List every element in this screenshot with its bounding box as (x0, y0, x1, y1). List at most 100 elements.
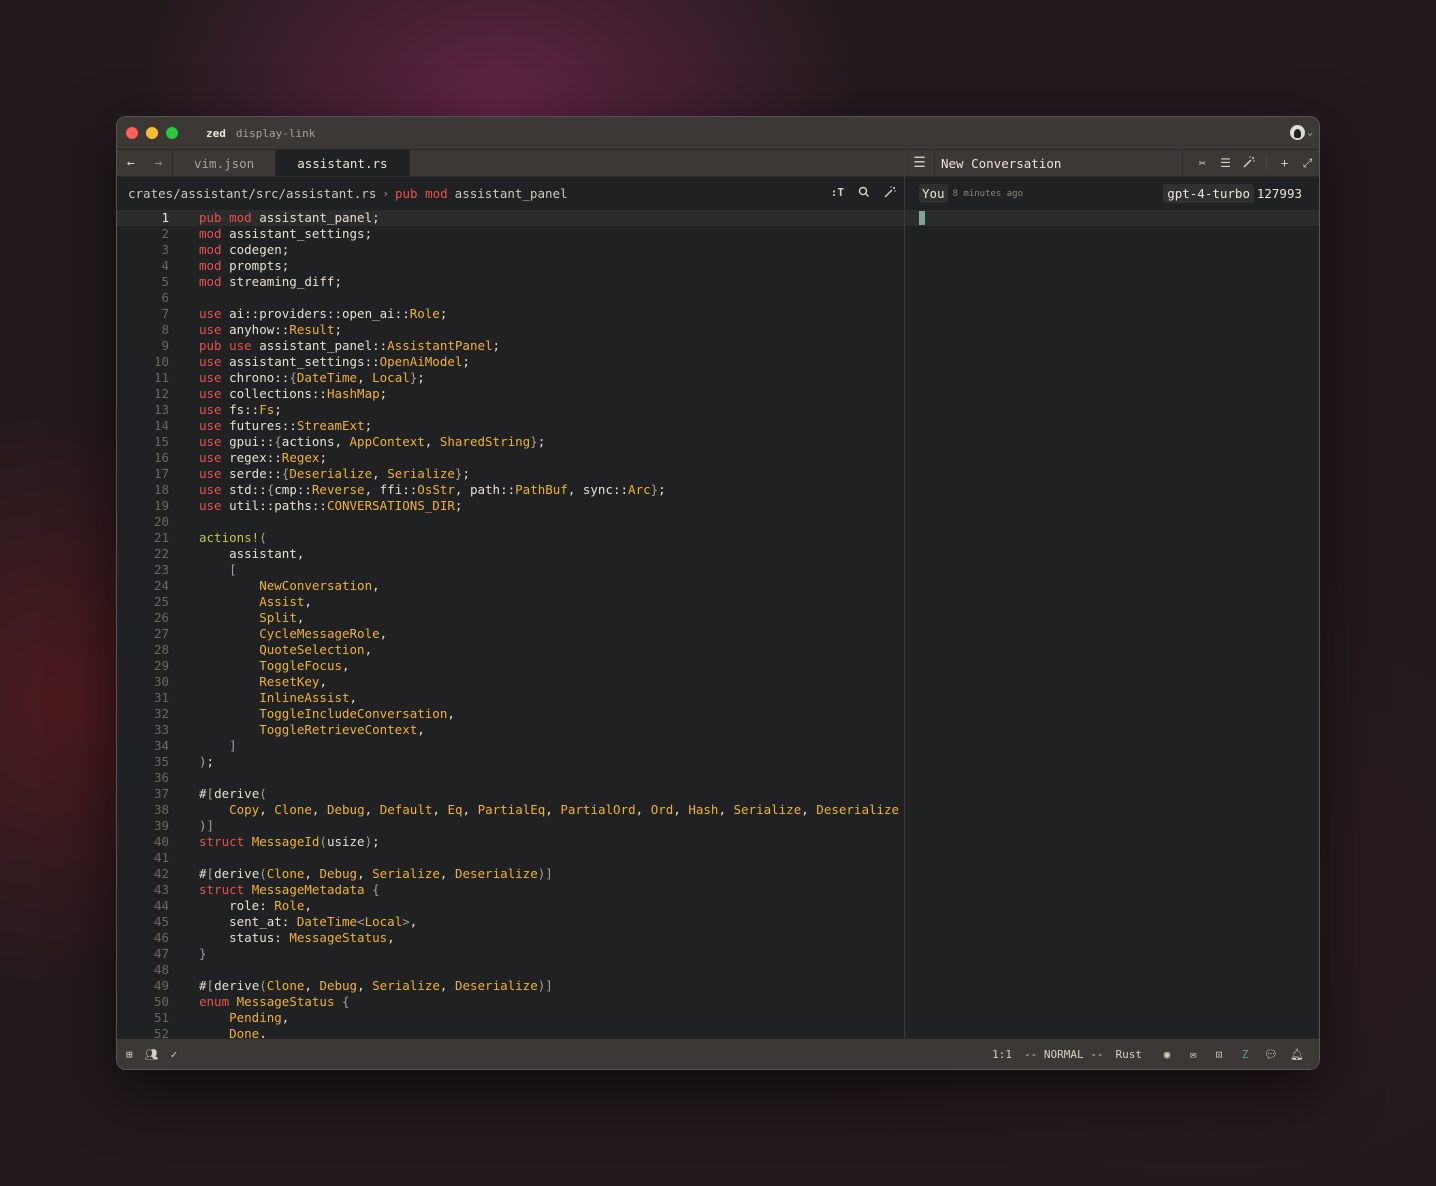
chat-icon[interactable]: 💬︎ (1258, 1048, 1284, 1061)
code-line[interactable]: 16 use regex::Regex; (117, 450, 904, 466)
code-line[interactable]: 12 use collections::HashMap; (117, 386, 904, 402)
code-line[interactable]: 20 (117, 514, 904, 530)
code-line[interactable]: 50 enum MessageStatus { (117, 994, 904, 1010)
code-line[interactable]: 4 mod prompts; (117, 258, 904, 274)
code-line[interactable]: 47} (117, 946, 904, 962)
plus-icon[interactable]: + (1273, 156, 1296, 170)
code-line[interactable]: 17 use serde::{Deserialize, Serialize}; (117, 466, 904, 482)
feedback-mail-icon[interactable]: ✉ (1180, 1048, 1206, 1061)
code-line[interactable]: 15 use gpui::{actions, AppContext, Shared… (117, 434, 904, 450)
model-selector[interactable]: gpt-4-turbo (1163, 184, 1254, 203)
code-line[interactable]: 26 Split, (117, 610, 904, 626)
code-line[interactable]: 14 use futures::StreamExt; (117, 418, 904, 434)
code-line[interactable]: 5 mod streaming_diff; (117, 274, 904, 290)
line-number: 13 (153, 402, 169, 417)
line-number: 47 (153, 946, 169, 961)
line-number: 6 (161, 290, 169, 305)
status-bar: ⊞ 👥︎ ✓ 1:1 -- NORMAL -- Rust ◉ ✉ ⊡ Z 💬︎ … (117, 1038, 1319, 1069)
code-line[interactable]: 23 [ (117, 562, 904, 578)
code-line[interactable]: 10 use assistant_settings::OpenAiModel; (117, 354, 904, 370)
code-line[interactable]: 52 Done, (117, 1026, 904, 1038)
list-icon[interactable]: ☰ (1214, 156, 1237, 170)
diagnostics-check-icon[interactable]: ✓ (171, 1048, 178, 1061)
code-line[interactable]: 42 #[derive(Clone, Debug, Serialize, Dese… (117, 866, 904, 882)
code-line[interactable]: 32 ToggleIncludeConversation, (117, 706, 904, 722)
avatar[interactable] (1289, 125, 1305, 140)
code-line[interactable]: 45 sent_at: DateTime<Local>, (117, 914, 904, 930)
code-line[interactable]: 1 pub mod assistant_panel; (117, 210, 904, 226)
code-line[interactable]: 46 status: MessageStatus, (117, 930, 904, 946)
bell-icon[interactable]: 🔔︎ (1284, 1048, 1310, 1061)
code-line[interactable]: 40 struct MessageId(usize); (117, 834, 904, 850)
breadcrumb-symbol[interactable]: assistant_panel (455, 186, 568, 201)
assistant-z-icon[interactable]: Z (1232, 1048, 1258, 1061)
breadcrumb-symbol-keyword[interactable]: pub mod (395, 186, 448, 201)
magic-wand-icon[interactable] (884, 186, 896, 201)
role-badge[interactable]: You (919, 184, 948, 203)
code-line[interactable]: 7 use ai::providers::open_ai::Role; (117, 306, 904, 322)
branch-name[interactable]: display-link (236, 127, 315, 140)
code-line[interactable]: 3 mod codegen; (117, 242, 904, 258)
code-line[interactable]: 25 Assist, (117, 594, 904, 610)
user-menu[interactable]: ⌄ (1289, 125, 1313, 140)
code-line[interactable]: 41 (117, 850, 904, 866)
code-line[interactable]: 48 (117, 962, 904, 978)
code-line[interactable]: 39)] (117, 818, 904, 834)
back-arrow-icon[interactable]: ← (127, 156, 135, 171)
project-panel-icon[interactable]: ⊞ (126, 1048, 133, 1061)
toolbar-divider (1266, 155, 1267, 171)
code-line[interactable]: 43 struct MessageMetadata { (117, 882, 904, 898)
code-line[interactable]: 22 assistant, (117, 546, 904, 562)
code-line[interactable]: 18 use std::{cmp::Reverse, ffi::OsStr, pa… (117, 482, 904, 498)
code-line[interactable]: 13 use fs::Fs; (117, 402, 904, 418)
cursor-position[interactable]: 1:1 (992, 1048, 1012, 1061)
code-line[interactable]: 9 pub use assistant_panel::AssistantPanel… (117, 338, 904, 354)
magic-wand-icon[interactable] (1237, 155, 1260, 171)
code-line[interactable]: 38 Copy, Clone, Debug, Default, Eq, Part… (117, 802, 904, 818)
language-selector[interactable]: Rust (1116, 1048, 1143, 1061)
code-line[interactable]: 31 InlineAssist, (117, 690, 904, 706)
search-icon[interactable] (858, 186, 870, 201)
code-line[interactable]: 19 use util::paths::CONVERSATIONS_DIR; (117, 498, 904, 514)
message-input[interactable] (905, 210, 1319, 226)
code-line[interactable]: 24 NewConversation, (117, 578, 904, 594)
code-line[interactable]: 6 (117, 290, 904, 306)
code-line[interactable]: 2 mod assistant_settings; (117, 226, 904, 242)
breadcrumb-path[interactable]: crates/assistant/src/assistant.rs (128, 186, 376, 201)
line-number: 32 (153, 706, 169, 721)
tab-vim-json[interactable]: vim.json (173, 150, 277, 176)
line-number: 8 (161, 322, 169, 337)
project-name[interactable]: zed (206, 127, 226, 140)
code-line[interactable]: 33 ToggleRetrieveContext, (117, 722, 904, 738)
code-line[interactable]: 29 ToggleFocus, (117, 658, 904, 674)
tab-assistant-rs[interactable]: assistant.rs (276, 150, 410, 176)
code-editor[interactable]: 1 pub mod assistant_panel; 2 mod assistant_… (117, 210, 904, 1038)
conversation-title: New Conversation (941, 155, 1062, 171)
code-line[interactable]: 21 actions!( (117, 530, 904, 546)
code-line[interactable]: 11 use chrono::{DateTime, Local}; (117, 370, 904, 386)
code-line[interactable]: 28 QuoteSelection, (117, 642, 904, 658)
maximize-window-button[interactable] (166, 127, 178, 139)
hamburger-menu-icon[interactable]: ☰ (905, 150, 935, 176)
code-line[interactable]: 44 role: Role, (117, 898, 904, 914)
code-line[interactable]: 51 Pending, (117, 1010, 904, 1026)
inlay-hints-button[interactable]: :T (831, 186, 844, 201)
minimize-window-button[interactable] (146, 127, 158, 139)
scissors-icon[interactable]: ✂ (1191, 156, 1214, 170)
forward-arrow-icon[interactable]: → (154, 156, 162, 171)
close-window-button[interactable] (126, 127, 138, 139)
code-text: struct MessageId(usize); (199, 834, 380, 849)
chevron-down-icon: ⌄ (1306, 127, 1313, 138)
code-line[interactable]: 27 CycleMessageRole, (117, 626, 904, 642)
code-line[interactable]: 30 ResetKey, (117, 674, 904, 690)
code-line[interactable]: 49 #[derive(Clone, Debug, Serialize, Dese… (117, 978, 904, 994)
terminal-icon[interactable]: ⊡ (1206, 1048, 1232, 1061)
maximize-icon[interactable]: ⤢ (1296, 156, 1319, 171)
code-line[interactable]: 37 #[derive( (117, 786, 904, 802)
collab-icon[interactable]: 👥︎ (145, 1048, 159, 1061)
copilot-icon[interactable]: ◉ (1154, 1048, 1180, 1061)
code-line[interactable]: 36 (117, 770, 904, 786)
code-line[interactable]: 34 ] (117, 738, 904, 754)
code-line[interactable]: 8 use anyhow::Result; (117, 322, 904, 338)
code-line[interactable]: 35); (117, 754, 904, 770)
